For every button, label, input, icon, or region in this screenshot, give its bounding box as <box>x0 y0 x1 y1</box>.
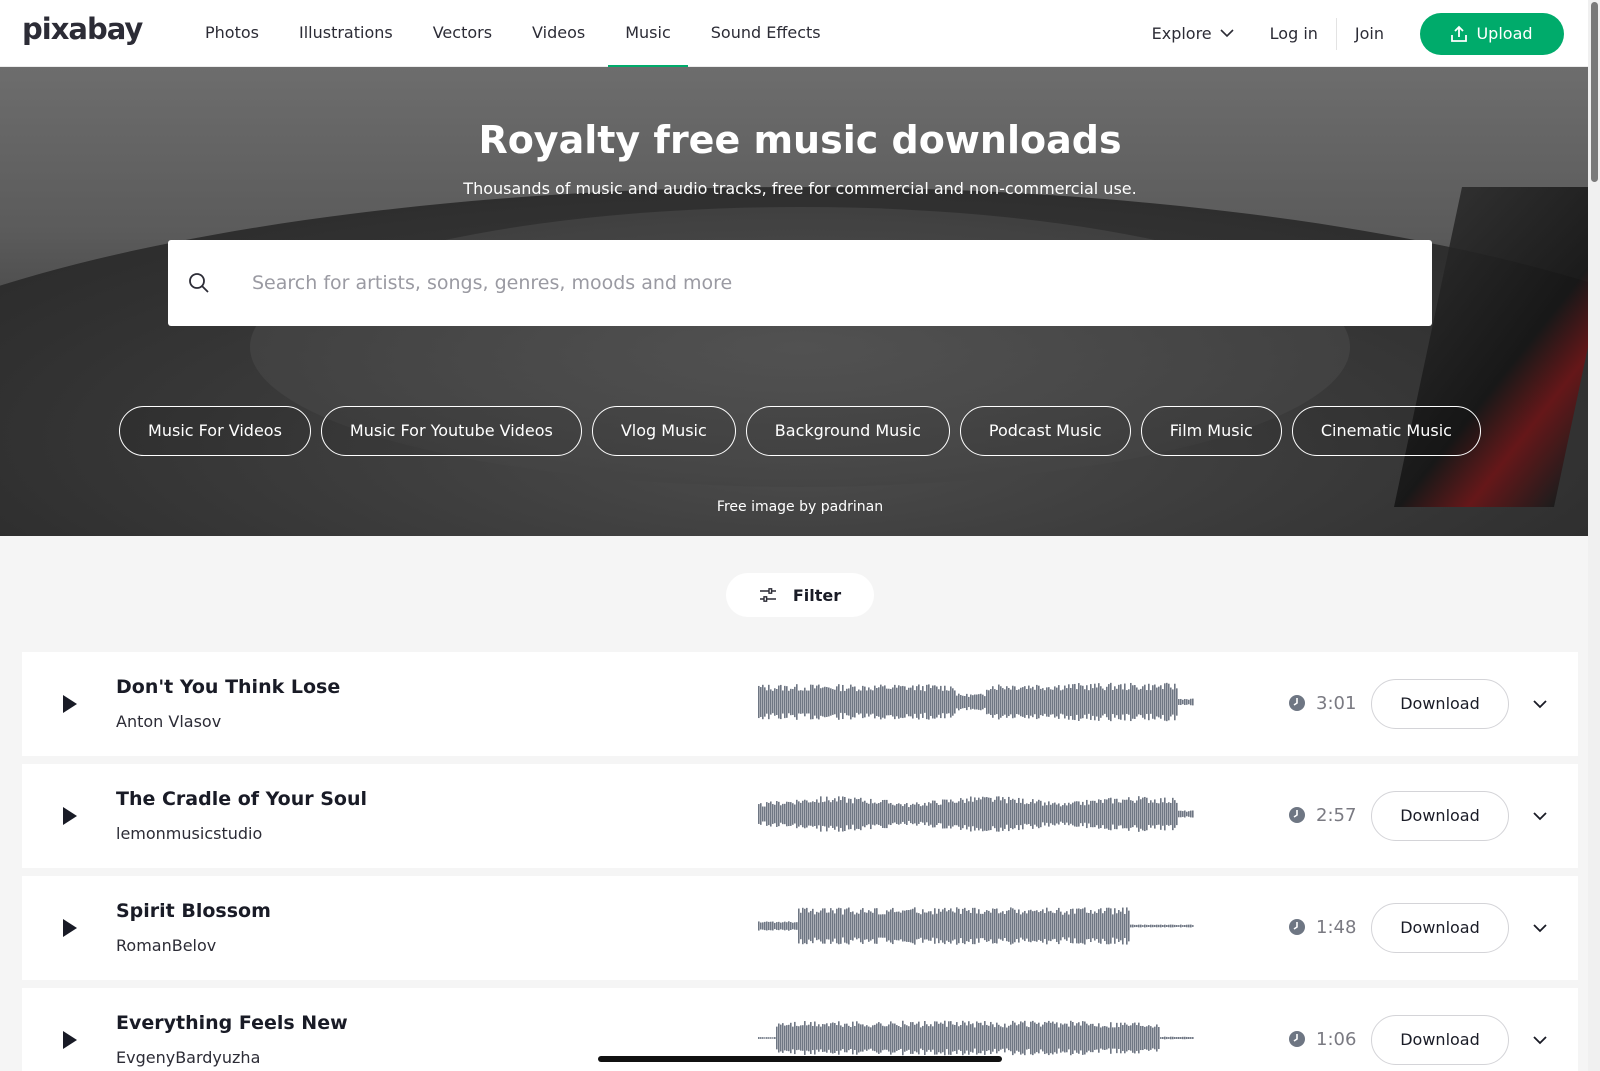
clock-icon <box>1289 695 1305 711</box>
search-icon[interactable] <box>188 272 210 294</box>
image-credit[interactable]: Free image by padrinan <box>0 499 1600 515</box>
clock-icon <box>1289 1031 1305 1047</box>
clock-icon <box>1289 919 1305 935</box>
upload-button[interactable]: Upload <box>1420 12 1564 55</box>
login-link[interactable]: Log in <box>1270 17 1337 50</box>
scrollbar-thumb[interactable] <box>1591 2 1598 182</box>
search-input[interactable] <box>252 258 1402 308</box>
track-title[interactable]: Spirit Blossom <box>116 900 271 922</box>
nav-music[interactable]: Music <box>608 0 688 68</box>
chip-music-for-videos[interactable]: Music For Videos <box>119 406 311 456</box>
waveform[interactable] <box>758 788 1194 840</box>
search-bar[interactable] <box>168 240 1432 326</box>
sliders-icon <box>759 588 776 602</box>
page-scrollbar[interactable] <box>1588 0 1600 1071</box>
explore-label: Explore <box>1151 24 1212 43</box>
chip-podcast-music[interactable]: Podcast Music <box>959 406 1131 456</box>
join-link[interactable]: Join <box>1355 24 1384 43</box>
upload-label: Upload <box>1476 24 1533 43</box>
track-title[interactable]: Everything Feels New <box>116 1012 348 1034</box>
play-icon[interactable] <box>60 916 80 940</box>
explore-menu[interactable]: Explore <box>1152 24 1234 43</box>
hero-title: Royalty free music downloads <box>478 118 1122 162</box>
waveform[interactable] <box>758 676 1194 728</box>
filter-button[interactable]: Filter <box>726 573 874 617</box>
nav-photos[interactable]: Photos <box>205 0 259 67</box>
nav-videos[interactable]: Videos <box>532 0 585 67</box>
main-nav: Photos Illustrations Vectors Videos Musi… <box>205 0 861 68</box>
nav-vectors[interactable]: Vectors <box>433 0 492 67</box>
waveform[interactable] <box>758 900 1194 952</box>
upload-icon <box>1451 25 1468 42</box>
track-artist[interactable]: EvgenyBardyuzha <box>116 1048 260 1067</box>
top-navigation-bar: pixabay Photos Illustrations Vectors Vid… <box>0 0 1588 68</box>
play-icon[interactable] <box>60 692 80 716</box>
download-button[interactable]: Download <box>1371 1015 1509 1065</box>
play-icon[interactable] <box>60 804 80 828</box>
track-artist[interactable]: lemonmusicstudio <box>116 824 262 843</box>
download-button[interactable]: Download <box>1371 679 1509 729</box>
track-duration: 1:48 <box>1316 917 1357 938</box>
track-duration: 3:01 <box>1316 693 1357 714</box>
track-list: Don't You Think Lose Anton Vlasov 3:01 D… <box>22 652 1578 1071</box>
chip-cinematic-music[interactable]: Cinematic Music <box>1291 406 1481 456</box>
chevron-down-icon[interactable] <box>1530 918 1550 938</box>
chip-background-music[interactable]: Background Music <box>745 406 950 456</box>
chevron-down-icon <box>1220 29 1234 38</box>
chip-music-for-youtube-videos[interactable]: Music For Youtube Videos <box>320 406 582 456</box>
chevron-down-icon[interactable] <box>1530 694 1550 714</box>
track-row: The Cradle of Your Soul lemonmusicstudio… <box>22 764 1578 868</box>
track-artist[interactable]: RomanBelov <box>116 936 216 955</box>
download-button[interactable]: Download <box>1371 791 1509 841</box>
track-row: Spirit Blossom RomanBelov 1:48 Download <box>22 876 1578 980</box>
filter-label: Filter <box>792 585 842 605</box>
chip-film-music[interactable]: Film Music <box>1140 406 1282 456</box>
pixabay-logo[interactable]: pixabay <box>22 12 143 46</box>
home-indicator <box>598 1056 1002 1062</box>
track-artist[interactable]: Anton Vlasov <box>116 712 221 731</box>
user-nav: Explore Log in Join Upload <box>1152 0 1564 67</box>
download-button[interactable]: Download <box>1371 903 1509 953</box>
nav-sound-effects[interactable]: Sound Effects <box>711 0 821 67</box>
chevron-down-icon[interactable] <box>1530 1030 1550 1050</box>
clock-icon <box>1289 807 1305 823</box>
track-title[interactable]: Don't You Think Lose <box>116 676 340 698</box>
play-icon[interactable] <box>60 1028 80 1052</box>
hero-subtitle: Thousands of music and audio tracks, fre… <box>463 179 1137 198</box>
category-chips: Music For Videos Music For Youtube Video… <box>0 406 1600 456</box>
track-row: Don't You Think Lose Anton Vlasov 3:01 D… <box>22 652 1578 756</box>
chip-vlog-music[interactable]: Vlog Music <box>591 406 736 456</box>
chevron-down-icon[interactable] <box>1530 806 1550 826</box>
track-duration: 2:57 <box>1316 805 1357 826</box>
track-duration: 1:06 <box>1316 1029 1357 1050</box>
track-title[interactable]: The Cradle of Your Soul <box>116 788 367 810</box>
nav-illustrations[interactable]: Illustrations <box>299 0 393 67</box>
